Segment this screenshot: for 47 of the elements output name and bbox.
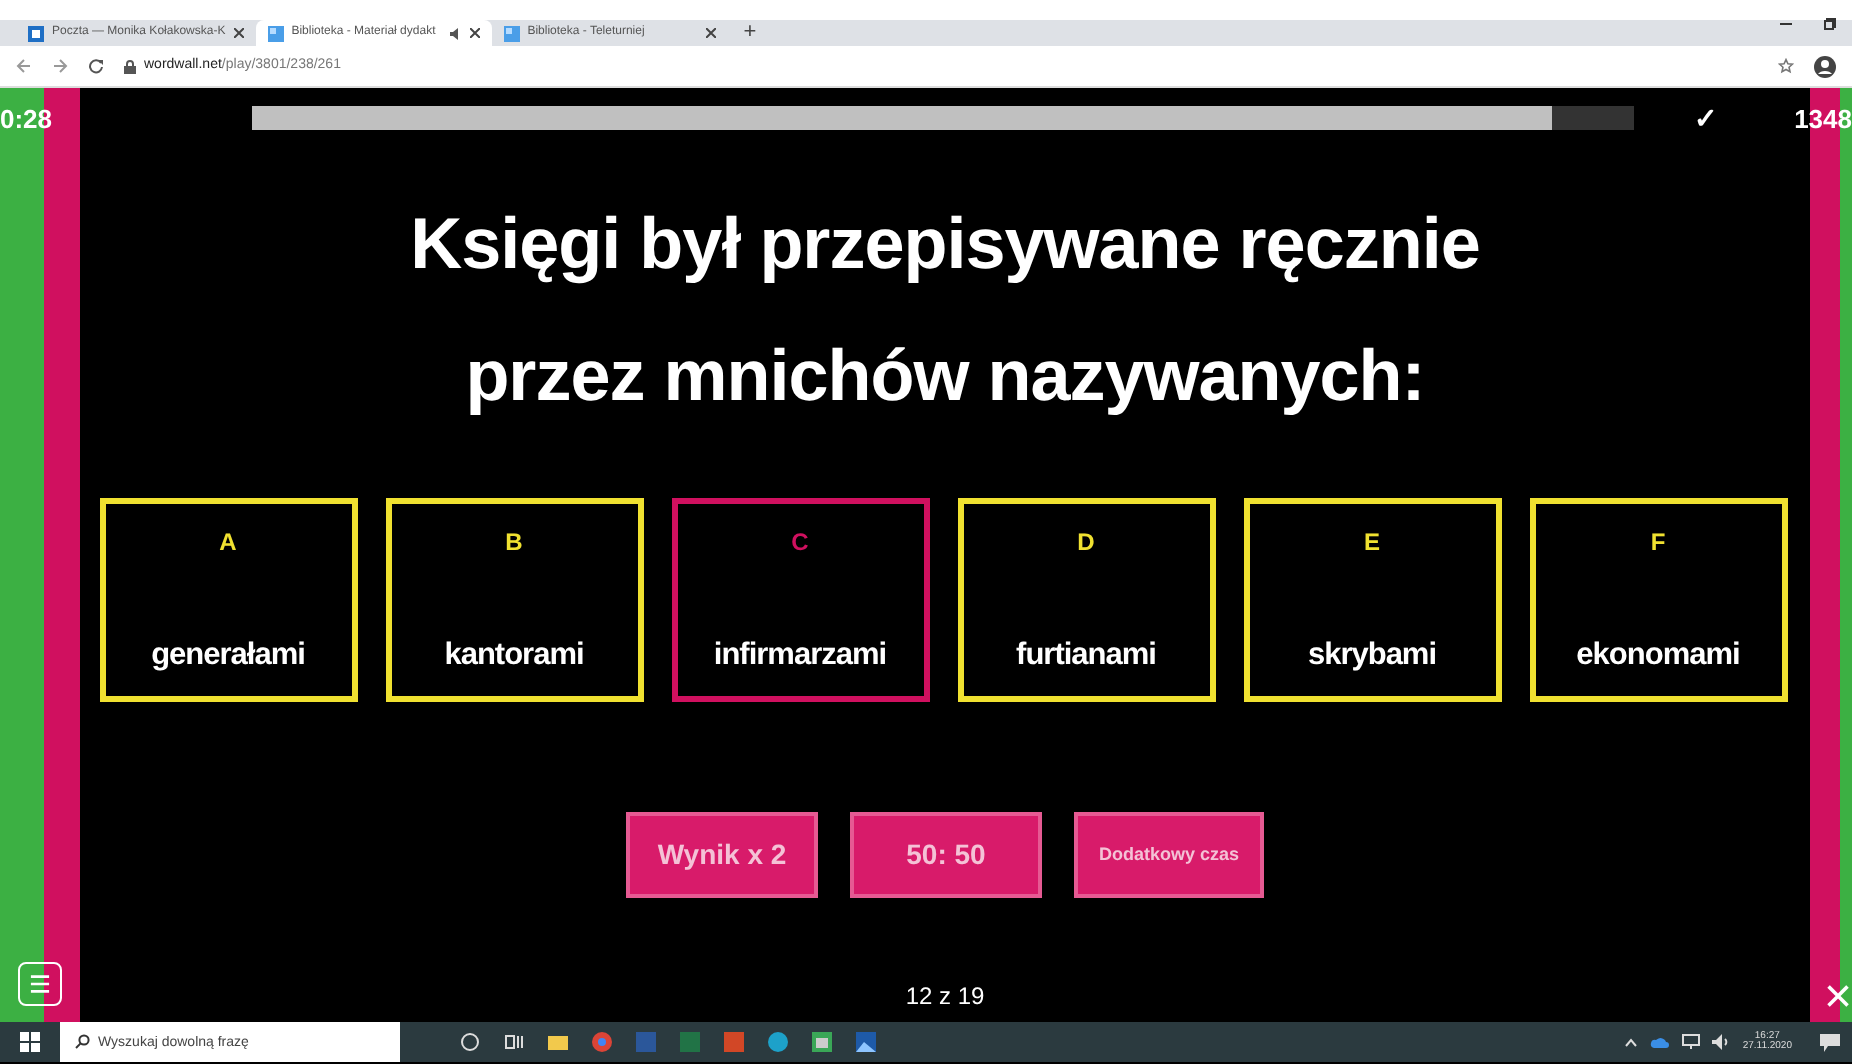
answer-text: infirmarzami xyxy=(713,636,887,676)
cortana-icon[interactable] xyxy=(460,1032,480,1052)
notification-icon[interactable] xyxy=(1820,1033,1840,1051)
caret-icon[interactable] xyxy=(1624,1037,1639,1047)
question-text: przez mnichów nazywanych: xyxy=(463,332,1427,420)
star-icon[interactable] xyxy=(1778,58,1794,74)
back-icon[interactable] xyxy=(16,58,32,74)
profile-icon[interactable] xyxy=(1814,55,1836,77)
check-mark: ✓ xyxy=(1694,100,1718,138)
speaker-icon[interactable] xyxy=(449,27,462,39)
restore-icon[interactable] xyxy=(1824,17,1836,29)
answer-letter: C xyxy=(791,526,809,560)
answer-text: ekonomami xyxy=(1576,636,1740,676)
folder-icon[interactable] xyxy=(548,1032,568,1052)
close-icon[interactable] xyxy=(469,28,480,38)
cloud-icon[interactable] xyxy=(1650,1036,1671,1048)
answer-tile[interactable]: B kantorami xyxy=(385,498,643,702)
answer-text: furtianami xyxy=(1016,636,1156,676)
menu-icon[interactable] xyxy=(18,962,62,1006)
forward-icon[interactable] xyxy=(52,58,68,74)
task-view-icon[interactable] xyxy=(504,1032,524,1052)
answer-letter: A xyxy=(219,526,237,560)
reload-icon[interactable] xyxy=(88,58,104,74)
answer-text: skrybami xyxy=(1307,636,1437,676)
answer-text: generałami xyxy=(151,636,305,676)
new-tab-button[interactable]: + xyxy=(743,20,757,46)
question-counter: 12 z 19 xyxy=(905,980,985,1014)
minimize-icon[interactable] xyxy=(1780,17,1792,29)
speaker-icon[interactable] xyxy=(1712,1034,1731,1050)
answer-letter: B xyxy=(505,526,523,560)
answer-tile[interactable]: E skrybami xyxy=(1243,498,1501,702)
answer-letter: F xyxy=(1650,526,1666,560)
photos-icon[interactable] xyxy=(856,1032,876,1052)
network-icon[interactable] xyxy=(1682,1034,1701,1050)
chrome-icon[interactable] xyxy=(592,1032,612,1052)
answer-tile[interactable]: D furtianami xyxy=(957,498,1215,702)
answer-tile[interactable]: A generałami xyxy=(99,498,357,702)
question-text: Księgi był przepisywane ręcznie xyxy=(410,200,1480,288)
answer-tile[interactable]: C infirmarzami xyxy=(671,498,929,702)
answer-letter: D xyxy=(1077,526,1095,560)
answer-text: kantorami xyxy=(444,636,584,676)
lock-icon xyxy=(124,59,136,73)
close-icon[interactable] xyxy=(233,28,244,38)
answer-tile[interactable]: F ekonomami xyxy=(1529,498,1787,702)
close-icon[interactable] xyxy=(705,28,716,38)
answer-letter: E xyxy=(1363,526,1380,560)
windows-start-icon[interactable] xyxy=(20,1032,40,1052)
